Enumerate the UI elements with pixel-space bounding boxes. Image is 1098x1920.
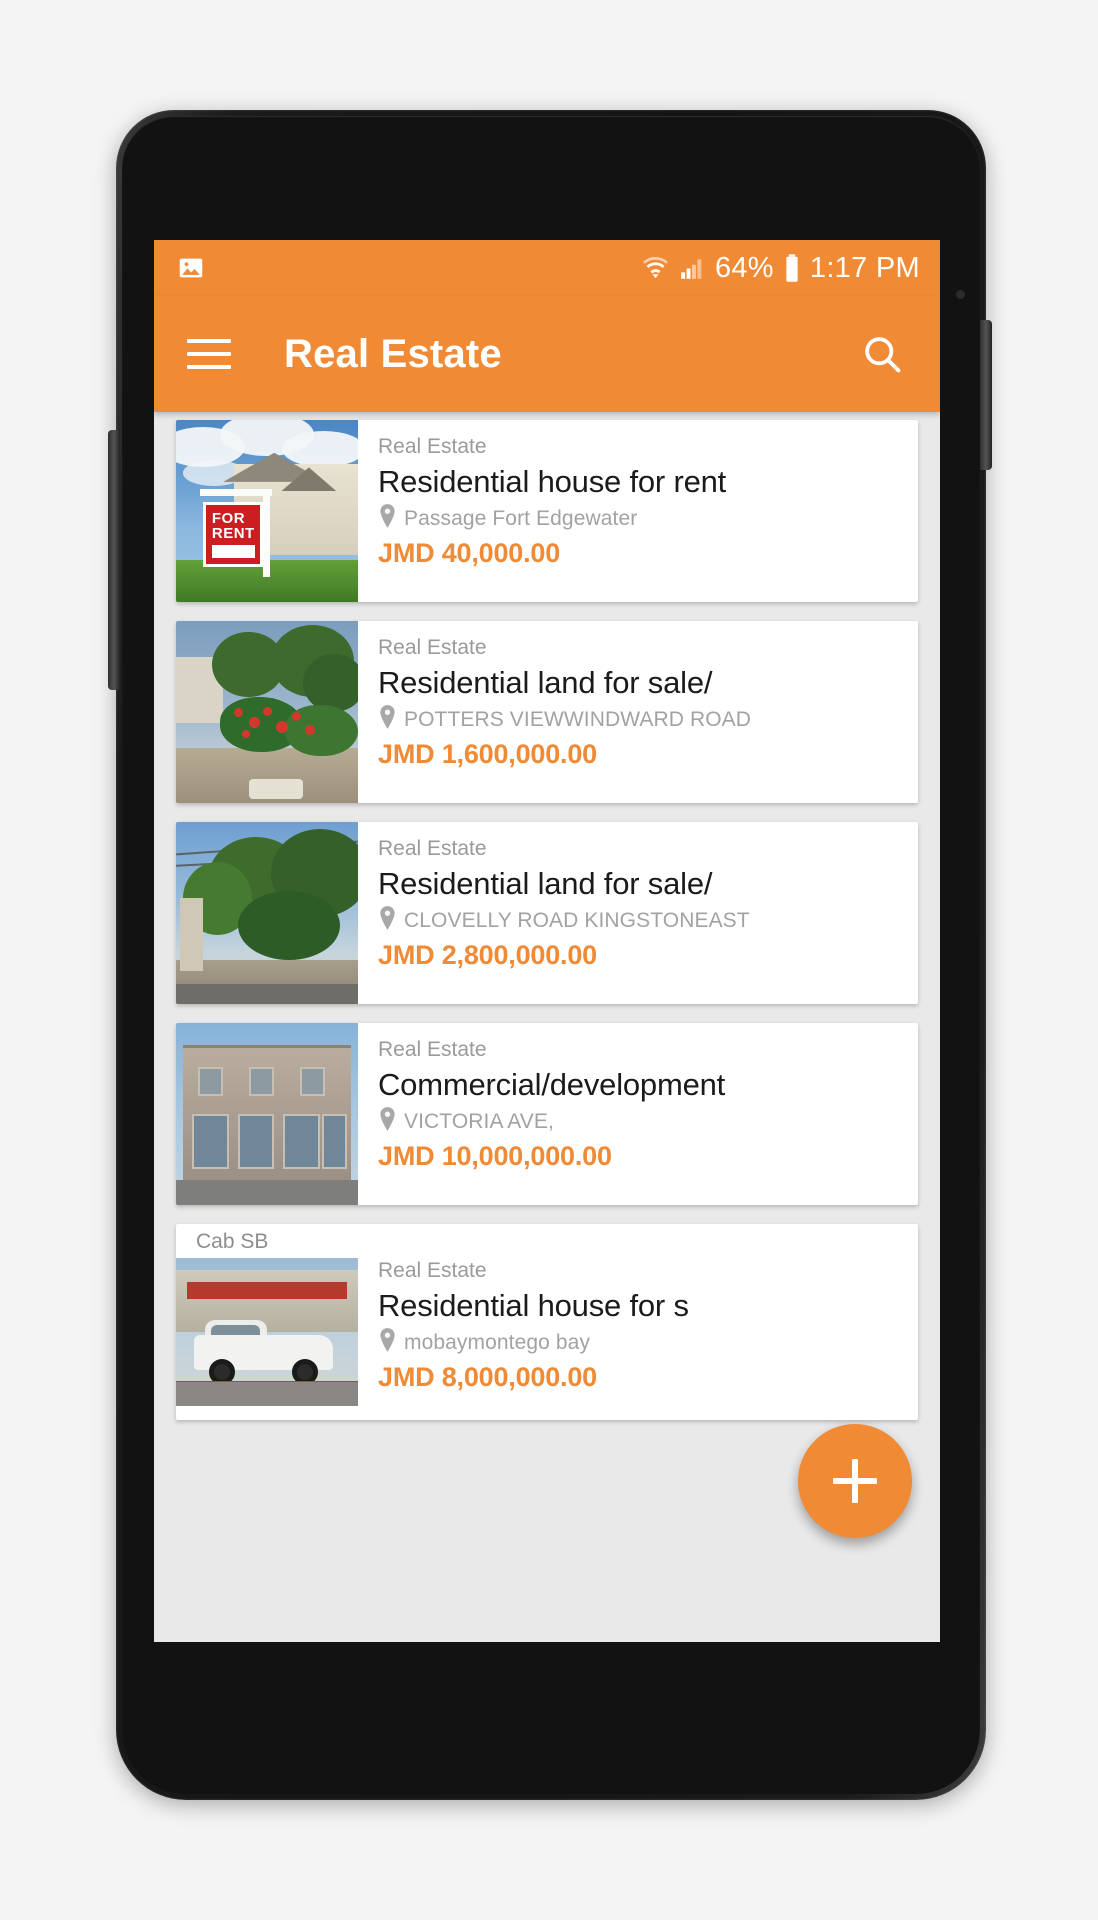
listing-location-row: POTTERS VIEWWINDWARD ROAD xyxy=(378,705,900,734)
location-pin-icon xyxy=(378,504,397,533)
add-listing-fab[interactable] xyxy=(798,1424,912,1538)
list-item[interactable]: Real Estate Commercial/development VICTO… xyxy=(176,1023,918,1205)
location-pin-icon xyxy=(378,705,397,734)
listing-thumbnail xyxy=(176,822,358,1004)
listing-category: Real Estate xyxy=(378,435,487,458)
location-pin-icon xyxy=(378,1328,397,1357)
clock-label: 1:17 PM xyxy=(809,251,920,284)
listing-location: Passage Fort Edgewater xyxy=(404,506,638,530)
listing-location-row: Passage Fort Edgewater xyxy=(378,504,900,533)
location-pin-icon xyxy=(378,1107,397,1136)
listing-title: Commercial/development xyxy=(378,1067,726,1103)
battery-percent-label: 64% xyxy=(714,251,774,284)
listing-category: Real Estate xyxy=(378,837,487,860)
wifi-icon xyxy=(642,255,669,282)
listing-category: Real Estate xyxy=(378,1259,487,1282)
listing-category: Real Estate xyxy=(378,636,487,659)
listing-location: CLOVELLY ROAD KINGSTONEAST xyxy=(404,908,750,932)
listing-title: Residential house for rent xyxy=(378,464,727,500)
listing-title: Residential land for sale/ xyxy=(378,665,713,701)
power-button[interactable] xyxy=(980,320,992,470)
listing-details: Real Estate Residential house for rent P… xyxy=(358,420,918,602)
image-icon xyxy=(176,253,206,283)
listing-location: VICTORIA AVE, xyxy=(404,1109,554,1133)
list-item[interactable]: FOR RENT Real Estate Residential house fo… xyxy=(176,420,918,602)
listing-location: mobaymontego bay xyxy=(404,1330,591,1354)
listing-thumbnail: FOR RENT xyxy=(176,420,358,602)
listing-price: JMD 10,000,000.00 xyxy=(378,1141,612,1172)
listing-details: Real Estate Residential land for sale/ P… xyxy=(358,621,918,803)
listing-price: JMD 8,000,000.00 xyxy=(378,1362,597,1393)
ambient-light-sensor-icon xyxy=(956,290,965,299)
listing-details: Real Estate Residential house for s moba… xyxy=(358,1224,918,1420)
signal-bars-icon xyxy=(678,255,706,281)
status-bar-indicators: 64% 1:17 PM xyxy=(642,252,920,285)
list-item[interactable]: Real Estate Residential land for sale/ C… xyxy=(176,822,918,1004)
listing-location-row: mobaymontego bay xyxy=(378,1328,900,1357)
list-item[interactable]: Real Estate Residential land for sale/ P… xyxy=(176,621,918,803)
listing-category: Real Estate xyxy=(378,1038,487,1061)
listing-thumbnail xyxy=(176,621,358,803)
listing-price: JMD 40,000.00 xyxy=(378,538,561,569)
search-icon[interactable] xyxy=(854,326,910,382)
listing-details: Real Estate Commercial/development VICTO… xyxy=(358,1023,918,1205)
page-title: Real Estate xyxy=(284,331,502,376)
listing-price: JMD 2,800,000.00 xyxy=(378,940,597,971)
listing-location: POTTERS VIEWWINDWARD ROAD xyxy=(404,707,752,731)
listing-title: Residential house for s xyxy=(378,1288,689,1324)
listing-location-row: CLOVELLY ROAD KINGSTONEAST xyxy=(378,906,900,935)
listing-partial-label: Cab SB xyxy=(196,1230,269,1253)
plus-icon xyxy=(833,1459,877,1503)
battery-icon xyxy=(783,253,801,283)
listing-details: Real Estate Residential land for sale/ C… xyxy=(358,822,918,1004)
status-bar: 64% 1:17 PM xyxy=(154,240,940,296)
location-pin-icon xyxy=(378,906,397,935)
listing-location-row: VICTORIA AVE, xyxy=(378,1107,900,1136)
listing-thumbnail xyxy=(176,1023,358,1205)
status-bar-notifications xyxy=(176,253,642,283)
phone-screen: 64% 1:17 PM Real Estate FOR RENT Real Es… xyxy=(154,240,940,1642)
listing-price: JMD 1,600,000.00 xyxy=(378,739,597,770)
listing-title: Residential land for sale/ xyxy=(378,866,713,902)
app-bar: Real Estate xyxy=(154,296,940,412)
listing-thumbnail xyxy=(176,1258,358,1406)
list-item[interactable]: Cab SB Real Estate Residential house for… xyxy=(176,1224,918,1420)
hamburger-menu-icon[interactable] xyxy=(180,325,238,383)
volume-rocker-button[interactable] xyxy=(108,430,120,690)
